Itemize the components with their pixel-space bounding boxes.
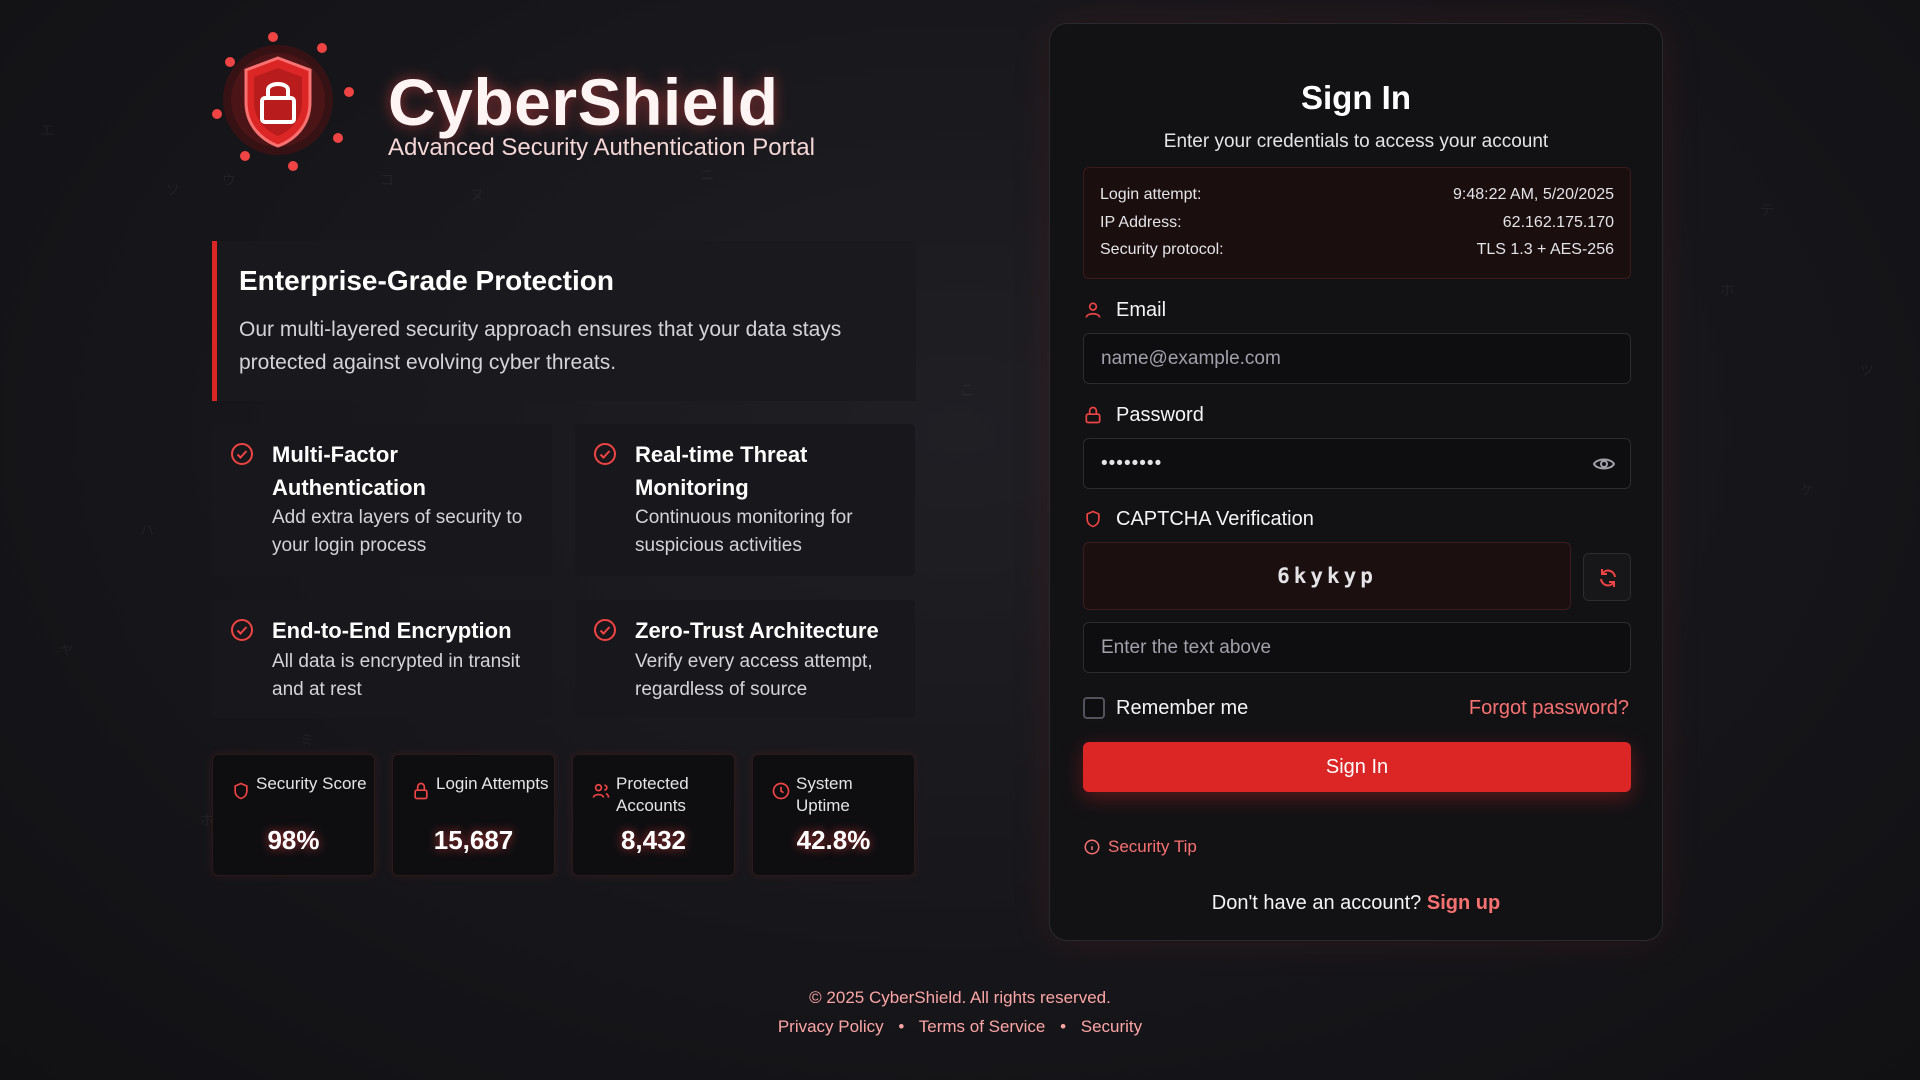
- info-key: Login attempt:: [1100, 186, 1202, 203]
- captcha-label-text: CAPTCHA Verification: [1116, 508, 1314, 530]
- signup-link[interactable]: Sign up: [1427, 892, 1500, 914]
- shield-icon: [234, 782, 248, 800]
- shield-lock-logo-icon: [212, 32, 354, 171]
- stat-login-attempts: Login Attempts 15,687: [392, 754, 555, 876]
- info-key: Security protocol:: [1100, 241, 1224, 258]
- stat-label: Protected Accounts: [616, 774, 689, 815]
- protection-title: Enterprise-Grade Protection: [239, 265, 614, 296]
- brand-title: CyberShield: [388, 65, 779, 139]
- feature-card-mfa: Multi-Factor Authentication Add extra la…: [212, 424, 552, 576]
- footer-separator: •: [898, 1017, 905, 1036]
- email-label-text: Email: [1116, 299, 1167, 321]
- signin-button[interactable]: Sign In: [1083, 742, 1631, 792]
- protection-text: Our multi-layered security approach ensu…: [239, 318, 842, 374]
- lock-icon: [1085, 406, 1101, 424]
- email-label: Email: [1083, 297, 1166, 323]
- password-input[interactable]: ••••••••: [1083, 438, 1631, 489]
- login-info-panel: Login attempt: 9:48:22 AM, 5/20/2025 IP …: [1083, 167, 1631, 279]
- footer-link-security[interactable]: Security: [1081, 1017, 1142, 1036]
- check-circle-icon: [594, 619, 616, 641]
- signup-prompt: Don't have an account? Sign up: [1050, 892, 1662, 915]
- footer-copyright: © 2025 CyberShield. All rights reserved.: [809, 988, 1111, 1007]
- feature-text: Continuous monitoring for suspicious act…: [635, 507, 853, 556]
- stat-protected-accounts: Protected Accounts 8,432: [572, 754, 735, 876]
- no-account-text: Don't have an account?: [1211, 892, 1422, 914]
- captcha-image: 6kykyp: [1083, 542, 1571, 610]
- check-circle-icon: [594, 443, 616, 465]
- stat-value: 42.8%: [796, 825, 871, 855]
- stat-label: System Uptime: [796, 774, 853, 815]
- feature-card-encryption: End-to-End Encryption All data is encryp…: [212, 600, 552, 718]
- stat-value: 8,432: [620, 825, 687, 855]
- protection-banner: Enterprise-Grade Protection Our multi-la…: [212, 241, 916, 401]
- info-icon: [1084, 839, 1100, 855]
- email-input[interactable]: name@example.com: [1083, 333, 1631, 384]
- stat-system-uptime: System Uptime 42.8%: [752, 754, 915, 876]
- security-tip-link[interactable]: Security Tip: [1083, 836, 1197, 858]
- signin-subtitle: Enter your credentials to access your ac…: [1163, 131, 1549, 152]
- stat-label: Login Attempts: [436, 774, 549, 793]
- remember-me-checkbox[interactable]: Remember me: [1083, 695, 1248, 721]
- footer-separator: •: [1060, 1017, 1067, 1036]
- password-label-text: Password: [1116, 404, 1204, 426]
- captcha-input[interactable]: Enter the text above: [1083, 622, 1631, 673]
- footer-link-terms[interactable]: Terms of Service: [919, 1017, 1046, 1036]
- footer: © 2025 CyberShield. All rights reserved.…: [0, 988, 1920, 1037]
- stat-value: 15,687: [433, 825, 514, 855]
- user-icon: [1085, 302, 1101, 318]
- forgot-password-link[interactable]: Forgot password?: [1469, 695, 1629, 721]
- captcha-label: CAPTCHA Verification: [1083, 506, 1314, 532]
- feature-text: All data is encrypted in transit and at …: [272, 651, 521, 700]
- info-value: 62.162.175.170: [1502, 214, 1614, 231]
- brand-header: CyberShield Advanced Security Authentica…: [210, 30, 930, 180]
- stat-security-score: Security Score 98%: [212, 754, 375, 876]
- feature-title: End-to-End Encryption: [272, 618, 512, 643]
- feature-text: Verify every access attempt, regardless …: [635, 651, 873, 700]
- check-circle-icon: [231, 619, 253, 641]
- brand-tagline: Advanced Security Authentication Portal: [388, 134, 815, 161]
- lock-icon: [414, 782, 428, 800]
- info-value: TLS 1.3 + AES-256: [1476, 241, 1614, 258]
- check-circle-icon: [231, 443, 253, 465]
- refresh-icon: [1600, 569, 1616, 587]
- footer-link-privacy[interactable]: Privacy Policy: [778, 1017, 884, 1036]
- email-placeholder: name@example.com: [1101, 348, 1281, 369]
- shield-icon: [1086, 510, 1100, 528]
- signin-card: Sign In Enter your credentials to access…: [1049, 23, 1663, 941]
- info-key: IP Address:: [1100, 214, 1182, 231]
- feature-text: Add extra layers of security to your log…: [272, 507, 523, 556]
- feature-title: Real-time Threat Monitoring: [635, 442, 808, 500]
- feature-title: Zero-Trust Architecture: [635, 618, 879, 643]
- feature-card-monitoring: Real-time Threat Monitoring Continuous m…: [575, 424, 915, 576]
- signin-title: Sign In: [1301, 79, 1411, 116]
- info-value: 9:48:22 AM, 5/20/2025: [1452, 186, 1614, 203]
- stat-value: 98%: [267, 825, 320, 855]
- clock-icon: [772, 782, 790, 800]
- password-label: Password: [1083, 402, 1204, 428]
- feature-card-zero-trust: Zero-Trust Architecture Verify every acc…: [575, 600, 915, 718]
- captcha-placeholder: Enter the text above: [1101, 637, 1272, 658]
- users-icon: [592, 783, 610, 798]
- password-value: ••••••••: [1101, 453, 1163, 474]
- remember-label: Remember me: [1116, 697, 1249, 719]
- checkbox-box[interactable]: [1083, 697, 1105, 719]
- eye-icon[interactable]: [1592, 453, 1616, 475]
- footer-links: Privacy Policy • Terms of Service • Secu…: [0, 1017, 1920, 1037]
- stat-label: Security Score: [256, 774, 367, 793]
- feature-title: Multi-Factor Authentication: [272, 442, 426, 500]
- captcha-refresh-button[interactable]: [1583, 553, 1631, 601]
- security-tip-label: Security Tip: [1108, 837, 1197, 856]
